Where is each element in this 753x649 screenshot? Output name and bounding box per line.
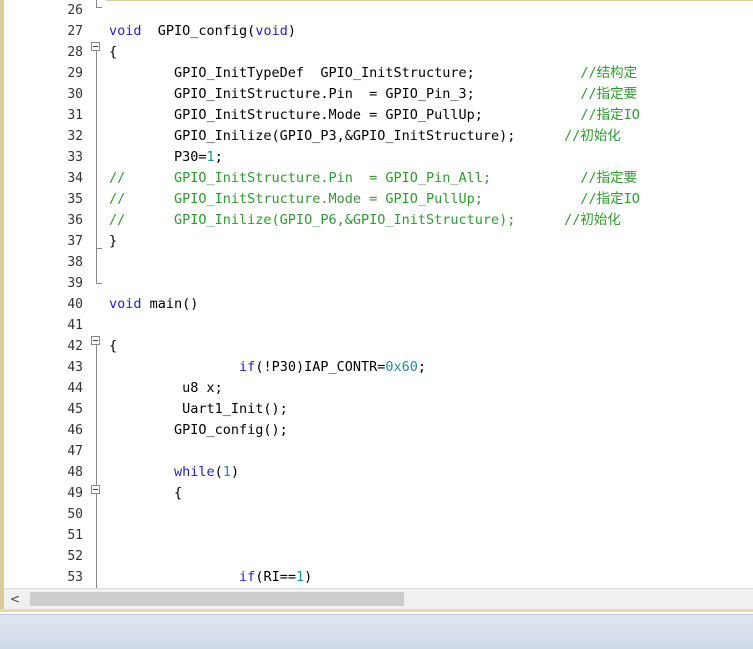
code-line[interactable]: 44 u8 x; — [4, 378, 753, 399]
code-line[interactable]: 29 GPIO_InitTypeDef GPIO_InitStructure; … — [4, 63, 753, 84]
code-text[interactable]: { — [109, 339, 117, 354]
fold-toggle-49-icon[interactable] — [91, 485, 100, 494]
code-text[interactable]: while(1) — [109, 465, 239, 480]
line-number: 40 — [67, 297, 83, 312]
line-number: 47 — [67, 444, 83, 459]
code-line[interactable]: 45 Uart1_Init(); — [4, 399, 753, 420]
code-text[interactable]: P30=1; — [109, 150, 223, 165]
code-line[interactable]: 51 — [4, 525, 753, 546]
code-line[interactable]: 31 GPIO_InitStructure.Mode = GPIO_PullUp… — [4, 105, 753, 126]
horizontal-scrollbar[interactable]: < — [4, 588, 753, 609]
code-line[interactable]: 26 — [4, 0, 753, 21]
fold-guide-38 — [96, 248, 97, 283]
code-line[interactable]: 46 GPIO_config(); — [4, 420, 753, 441]
line-number: 34 — [67, 171, 83, 186]
line-number: 46 — [67, 423, 83, 438]
line-number: 48 — [67, 465, 83, 480]
fold-toggle-28-icon[interactable] — [91, 42, 100, 51]
code-text[interactable]: GPIO_InitStructure.Mode = GPIO_PullUp; /… — [109, 108, 640, 123]
code-line[interactable]: 28 { — [4, 42, 753, 63]
code-line[interactable]: 47 — [4, 441, 753, 462]
line-number: 30 — [67, 87, 83, 102]
code-line[interactable]: 33 P30=1; — [4, 147, 753, 168]
editor-bottom-border — [0, 609, 753, 612]
code-text[interactable]: GPIO_Inilize(GPIO_P3,&GPIO_InitStructure… — [109, 129, 621, 144]
code-text[interactable]: if(RI==1) — [109, 570, 312, 585]
code-text[interactable]: GPIO_InitTypeDef GPIO_InitStructure; //结… — [109, 66, 637, 81]
fold-guide-49 — [96, 494, 97, 588]
code-line[interactable]: 43 if(!P30)IAP_CONTR=0x60; — [4, 357, 753, 378]
line-number: 41 — [67, 318, 83, 333]
status-strip — [0, 614, 753, 649]
line-number: 44 — [67, 381, 83, 396]
line-number: 37 — [67, 234, 83, 249]
fold-guide-28 — [96, 51, 97, 248]
code-line[interactable]: 34 // GPIO_InitStructure.Pin = GPIO_Pin_A… — [4, 168, 753, 189]
code-line[interactable]: 38 — [4, 252, 753, 273]
code-line[interactable]: 40 void main() — [4, 294, 753, 315]
code-line[interactable]: 35 // GPIO_InitStructure.Mode = GPIO_Pull… — [4, 189, 753, 210]
code-text[interactable]: // GPIO_Inilize(GPIO_P6,&GPIO_InitStruct… — [109, 213, 621, 228]
code-line[interactable]: 52 — [4, 546, 753, 567]
line-number: 43 — [67, 360, 83, 375]
fold-guide-top — [96, 0, 97, 7]
code-text[interactable]: { — [109, 486, 182, 501]
line-number: 29 — [67, 66, 83, 81]
scroll-left-arrow-icon[interactable]: < — [10, 592, 20, 606]
line-number: 32 — [67, 129, 83, 144]
code-line[interactable]: 27 void GPIO_config(void) — [4, 21, 753, 42]
line-number: 35 — [67, 192, 83, 207]
line-number: 49 — [67, 486, 83, 501]
fold-toggle-42-icon[interactable] — [91, 336, 100, 345]
line-number: 39 — [67, 276, 83, 291]
code-text[interactable]: void main() — [109, 297, 198, 312]
scroll-thumb[interactable] — [30, 592, 404, 606]
code-line[interactable]: 50 — [4, 504, 753, 525]
line-number: 52 — [67, 549, 83, 564]
code-text[interactable]: // GPIO_InitStructure.Pin = GPIO_Pin_All… — [109, 171, 637, 186]
code-line[interactable]: 42 { — [4, 336, 753, 357]
code-line[interactable]: 49 { — [4, 483, 753, 504]
line-number: 38 — [67, 255, 83, 270]
line-number: 36 — [67, 213, 83, 228]
code-line[interactable]: 39 — [4, 273, 753, 294]
line-number: 28 — [67, 45, 83, 60]
code-text[interactable]: GPIO_config(); — [109, 423, 288, 438]
code-line[interactable]: 32 GPIO_Inilize(GPIO_P3,&GPIO_InitStruct… — [4, 126, 753, 147]
code-text[interactable]: } — [109, 234, 117, 249]
line-number: 45 — [67, 402, 83, 417]
code-text[interactable]: GPIO_InitStructure.Pin = GPIO_Pin_3; //指… — [109, 87, 637, 102]
code-text[interactable]: Uart1_Init(); — [109, 402, 288, 417]
code-editor[interactable]: 26 27 void GPIO_config(void) 28 {29 GPIO_Ini… — [0, 0, 753, 612]
code-text[interactable]: // GPIO_InitStructure.Mode = GPIO_PullUp… — [109, 192, 640, 207]
fold-end-26 — [96, 7, 102, 8]
code-line[interactable]: 36 // GPIO_Inilize(GPIO_P6,&GPIO_InitStru… — [4, 210, 753, 231]
line-number: 31 — [67, 108, 83, 123]
line-number: 33 — [67, 150, 83, 165]
code-line[interactable]: 30 GPIO_InitStructure.Pin = GPIO_Pin_3; … — [4, 84, 753, 105]
fold-end-39 — [96, 283, 102, 284]
line-number: 26 — [67, 3, 83, 18]
code-line[interactable]: 53 if(RI==1) — [4, 567, 753, 588]
code-text[interactable]: u8 x; — [109, 381, 223, 396]
line-number: 27 — [67, 24, 83, 39]
line-number: 42 — [67, 339, 83, 354]
code-line[interactable]: 41 — [4, 315, 753, 336]
line-number: 53 — [67, 570, 83, 585]
line-number: 50 — [67, 507, 83, 522]
code-text[interactable]: if(!P30)IAP_CONTR=0x60; — [109, 360, 426, 375]
code-text[interactable]: void GPIO_config(void) — [109, 24, 296, 39]
code-text[interactable]: { — [109, 45, 117, 60]
fold-guide-42 — [96, 345, 97, 485]
code-line[interactable]: 37} — [4, 231, 753, 252]
line-number: 51 — [67, 528, 83, 543]
code-line[interactable]: 48 while(1) — [4, 462, 753, 483]
